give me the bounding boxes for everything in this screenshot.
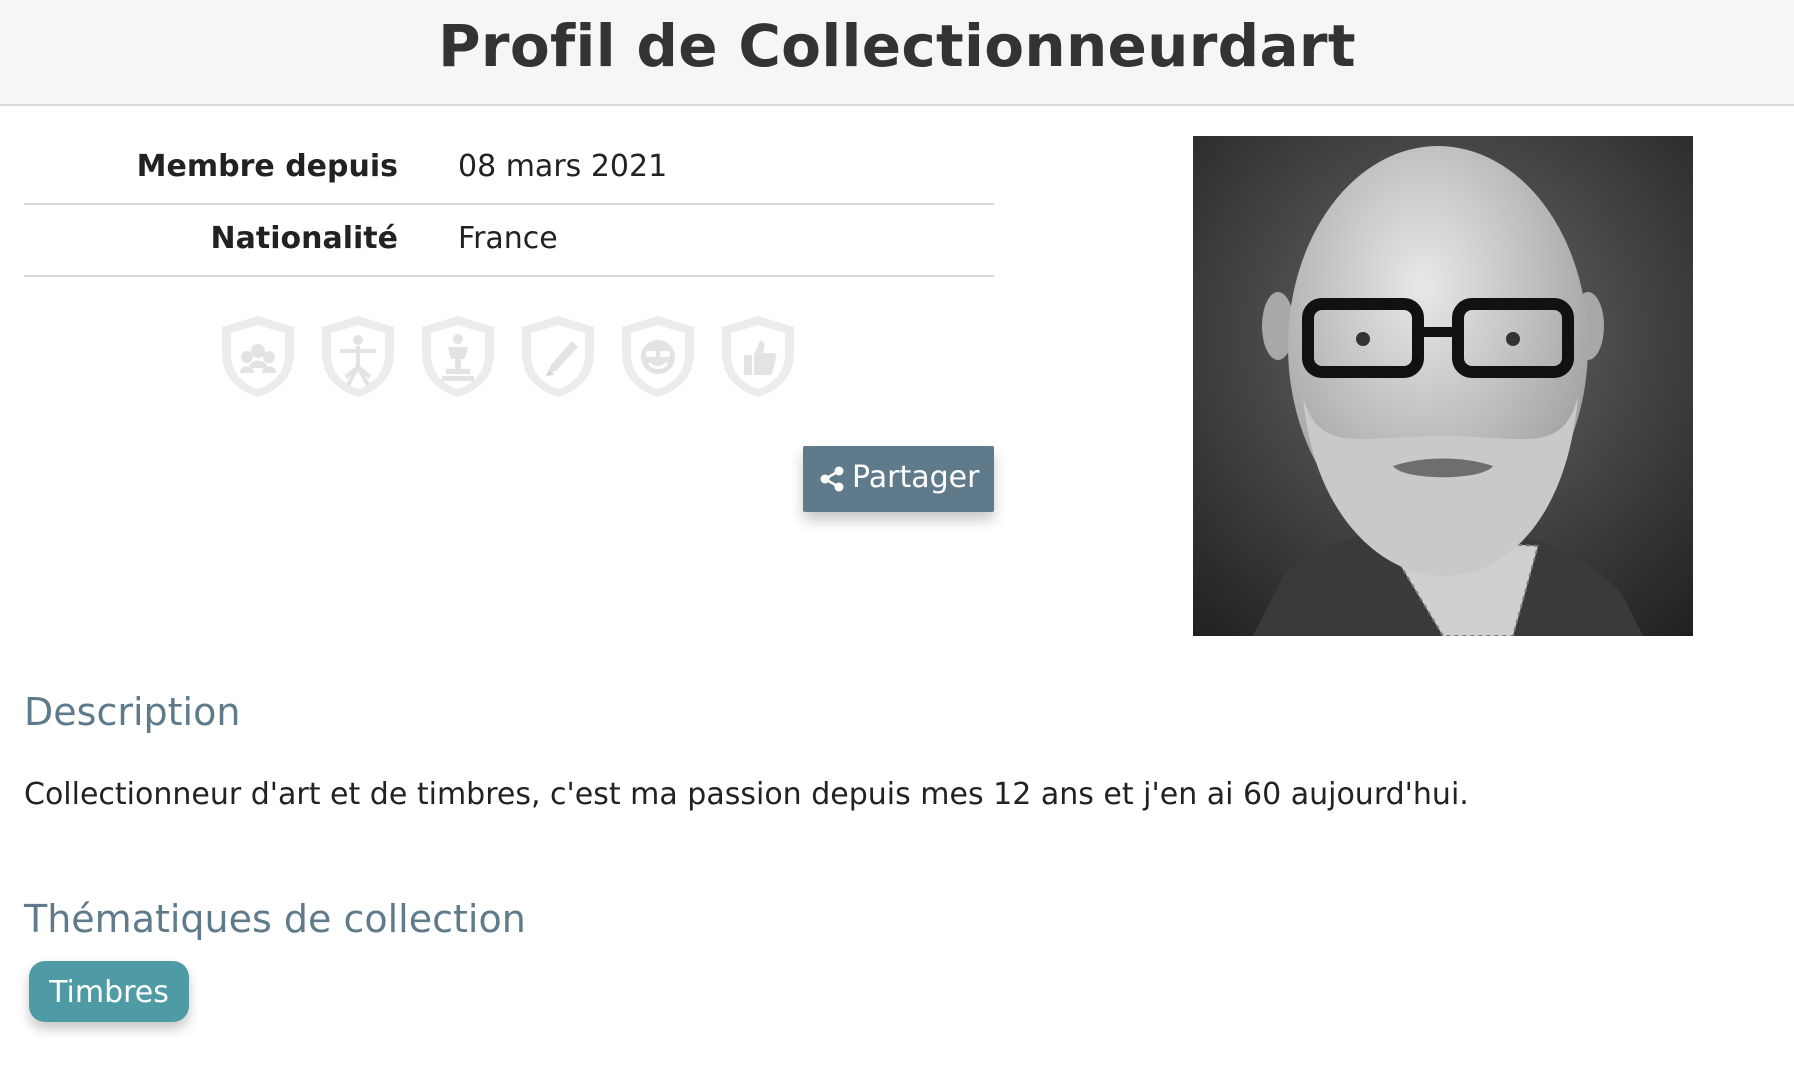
member-since-value: 08 mars 2021 bbox=[458, 149, 668, 184]
profile-info-table: Membre depuis 08 mars 2021 Nationalité F… bbox=[24, 135, 994, 277]
nationality-value: France bbox=[458, 221, 558, 256]
collection-themes-heading: Thématiques de collection bbox=[24, 897, 526, 941]
nationality-label: Nationalité bbox=[210, 221, 398, 256]
trophy-badge-icon[interactable] bbox=[418, 313, 498, 399]
profile-photo bbox=[1193, 136, 1693, 636]
info-row-nationality: Nationalité France bbox=[24, 207, 994, 277]
info-row-member-since: Membre depuis 08 mars 2021 bbox=[24, 135, 994, 205]
member-since-label: Membre depuis bbox=[136, 149, 398, 184]
thumbs-up-badge-icon[interactable] bbox=[718, 313, 798, 399]
theme-tag-timbres[interactable]: Timbres bbox=[29, 961, 189, 1022]
page-header: Profil de Collectionneurdart bbox=[0, 0, 1794, 106]
share-label: Partager bbox=[852, 460, 980, 495]
page-title: Profil de Collectionneurdart bbox=[438, 12, 1356, 80]
community-badge-icon[interactable] bbox=[218, 313, 298, 399]
share-icon bbox=[820, 466, 844, 492]
pen-badge-icon[interactable] bbox=[518, 313, 598, 399]
vitruvian-man-badge-icon[interactable] bbox=[318, 313, 398, 399]
share-button[interactable]: Partager bbox=[803, 446, 994, 512]
description-text: Collectionneur d'art et de timbres, c'es… bbox=[24, 777, 1469, 812]
smiley-badge-icon[interactable] bbox=[618, 313, 698, 399]
description-heading: Description bbox=[24, 690, 241, 734]
